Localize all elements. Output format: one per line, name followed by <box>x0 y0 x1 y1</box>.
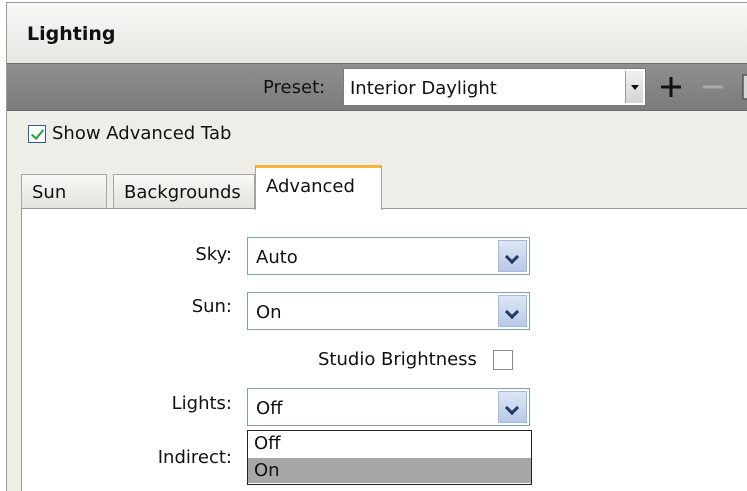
studio-brightness-checkbox[interactable] <box>492 349 513 370</box>
preset-selected-value: Interior Daylight <box>350 78 497 99</box>
sun-selected-value: On <box>256 302 282 323</box>
chevron-down-icon[interactable] <box>498 391 527 423</box>
studio-brightness-option[interactable]: Studio Brightness <box>318 349 513 370</box>
indirect-label: Indirect: <box>157 447 232 468</box>
show-advanced-label: Show Advanced Tab <box>52 123 232 144</box>
lights-select[interactable]: Off <box>247 388 530 426</box>
chevron-down-icon[interactable] <box>498 295 527 327</box>
preset-label: Preset: <box>263 77 326 98</box>
minus-icon[interactable] <box>699 70 727 104</box>
show-advanced-checkbox[interactable] <box>28 124 46 143</box>
plus-icon[interactable] <box>657 70 685 104</box>
lighting-window: Lighting Preset: Interior Daylight Show … <box>0 0 747 491</box>
sun-label: Sun: <box>191 296 232 317</box>
lights-option-off[interactable]: Off <box>248 431 531 456</box>
title-bar: Lighting <box>7 3 747 63</box>
window-title: Lighting <box>27 23 116 45</box>
lights-selected-value: Off <box>256 398 283 419</box>
tab-backgrounds[interactable]: Backgrounds <box>113 174 255 209</box>
sun-select[interactable]: On <box>247 292 530 330</box>
tab-strip: Sun Backgrounds Advanced <box>7 163 747 210</box>
show-advanced-option[interactable]: Show Advanced Tab <box>28 123 231 144</box>
preset-toolbar: Preset: Interior Daylight <box>7 63 747 111</box>
page-icon[interactable] <box>741 70 747 104</box>
studio-brightness-label: Studio Brightness <box>318 349 477 370</box>
preset-select[interactable]: Interior Daylight <box>343 68 646 106</box>
chevron-down-icon[interactable] <box>498 240 527 272</box>
tab-advanced[interactable]: Advanced <box>255 165 382 210</box>
sky-label: Sky: <box>195 244 232 265</box>
lights-option-on[interactable]: On <box>248 458 531 483</box>
chevron-down-icon[interactable] <box>625 71 643 103</box>
lights-dropdown-list[interactable]: Off On <box>247 430 532 485</box>
sky-select[interactable]: Auto <box>247 237 530 275</box>
sky-selected-value: Auto <box>256 247 298 268</box>
tab-sun[interactable]: Sun <box>21 174 107 209</box>
lights-label: Lights: <box>171 393 232 414</box>
